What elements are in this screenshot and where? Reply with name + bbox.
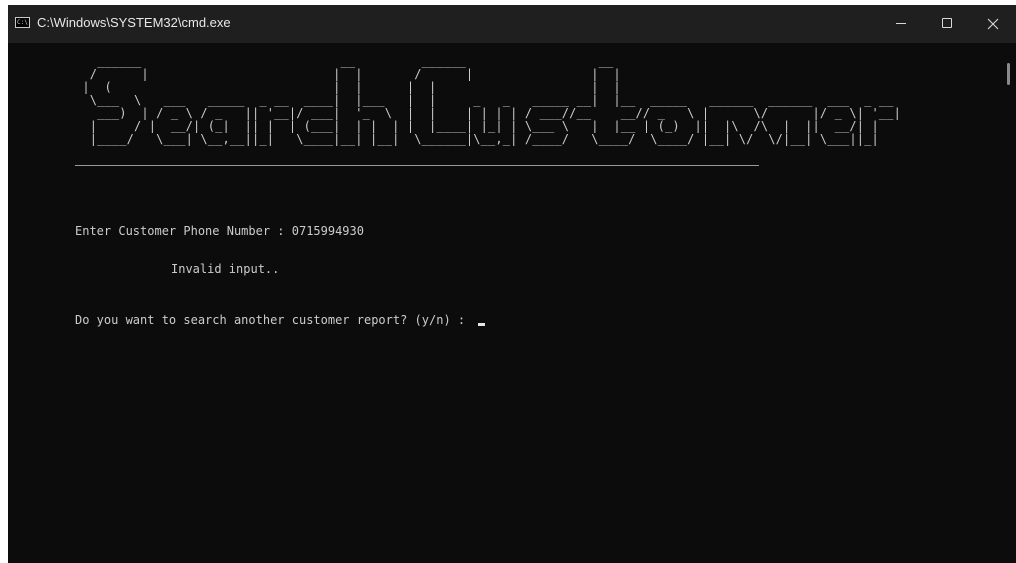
vertical-scrollbar[interactable] <box>1002 43 1016 563</box>
maximize-button[interactable] <box>924 5 970 43</box>
window-title: C:\Windows\SYSTEM32\cmd.exe <box>37 15 231 30</box>
search-again-prompt: Do you want to search another customer r… <box>75 313 473 327</box>
search-again-line: Do you want to search another customer r… <box>75 312 486 328</box>
banner-divider <box>75 165 759 166</box>
minimize-button[interactable] <box>878 5 924 43</box>
minimize-icon <box>896 23 906 24</box>
text-cursor[interactable] <box>478 323 486 326</box>
scrollbar-thumb[interactable] <box>1007 63 1010 85</box>
cmd-icon: C:\. <box>15 17 30 28</box>
maximize-icon <box>942 18 952 28</box>
phone-prompt: Enter Customer Phone Number : 0715994930 <box>75 224 364 238</box>
error-message: Invalid input.. <box>171 262 280 276</box>
cmd-window: C:\. C:\Windows\SYSTEM32\cmd.exe ______ … <box>8 5 1016 563</box>
ascii-banner: ______ __ ______ __ / | | | / | | | | (… <box>82 54 901 146</box>
console-output[interactable]: ______ __ ______ __ / | | | / | | | | (… <box>8 43 1002 563</box>
close-button[interactable] <box>970 5 1016 43</box>
close-icon <box>987 18 999 30</box>
title-bar[interactable]: C:\. C:\Windows\SYSTEM32\cmd.exe <box>8 5 1016 43</box>
